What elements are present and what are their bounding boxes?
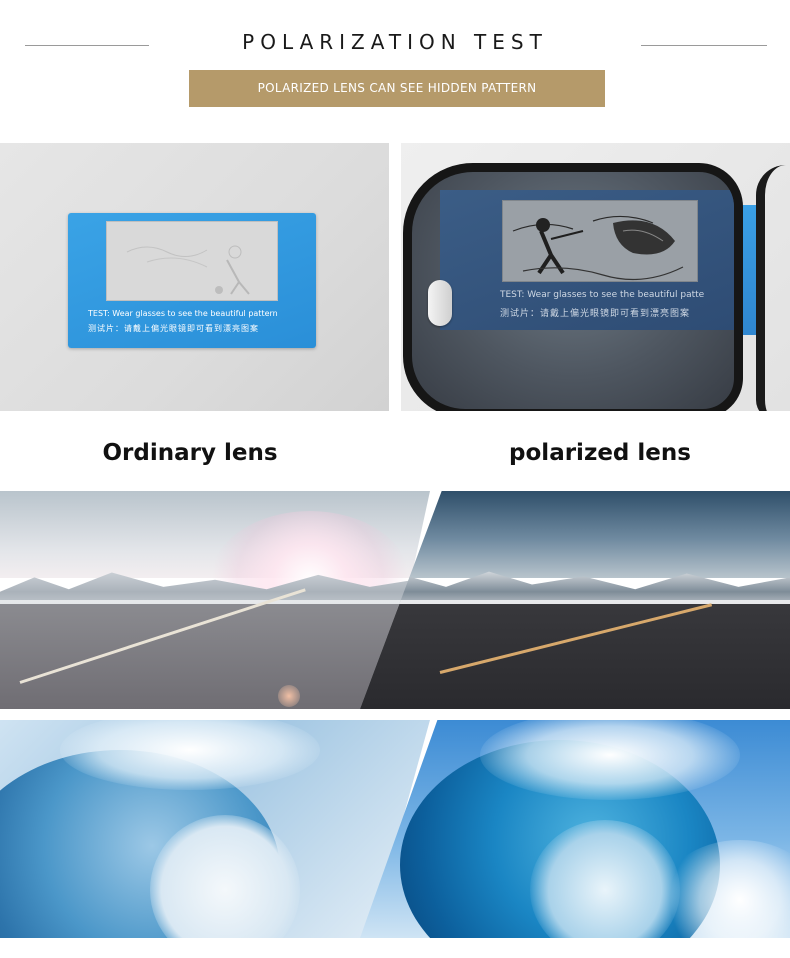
- road-photo-polarized: [360, 491, 790, 709]
- nose-pad: [428, 280, 452, 326]
- polarized-card-panel: TEST: Wear glasses to see the beautiful …: [401, 143, 790, 411]
- visible-pattern-image: [502, 200, 698, 282]
- page-title: POLARIZATION TEST: [242, 30, 548, 54]
- ordinary-lens-label: Ordinary lens: [102, 440, 278, 466]
- card-text-english-lens: TEST: Wear glasses to see the beautiful …: [500, 290, 705, 300]
- header-divider-left: [25, 45, 149, 46]
- subtitle-banner: POLARIZED LENS CAN SEE HIDDEN PATTERN: [189, 70, 605, 107]
- test-card-through-lens: TEST: Wear glasses to see the beautiful …: [440, 190, 734, 330]
- header-divider-right: [641, 45, 767, 46]
- test-card: TEST: Wear glasses to see the beautiful …: [68, 213, 316, 348]
- card-text-chinese: 测试片：请戴上偏光眼镜即可看到漂亮图案: [88, 324, 259, 333]
- wave-photo-polarized: [360, 720, 790, 938]
- card-text-chinese-lens: 测试片：请戴上偏光眼镜即可看到漂亮图案: [500, 309, 691, 319]
- road-photo-ordinary: [0, 491, 430, 709]
- ordinary-card-panel: TEST: Wear glasses to see the beautiful …: [0, 143, 389, 411]
- faded-pattern-image: [106, 221, 278, 301]
- card-text-english: TEST: Wear glasses to see the beautiful …: [88, 309, 278, 318]
- wave-photo-ordinary: [0, 720, 430, 938]
- polarized-lens-label: polarized lens: [509, 440, 691, 466]
- frame-temple: [756, 165, 790, 411]
- sunglasses-lens: TEST: Wear glasses to see the beautiful …: [403, 163, 743, 411]
